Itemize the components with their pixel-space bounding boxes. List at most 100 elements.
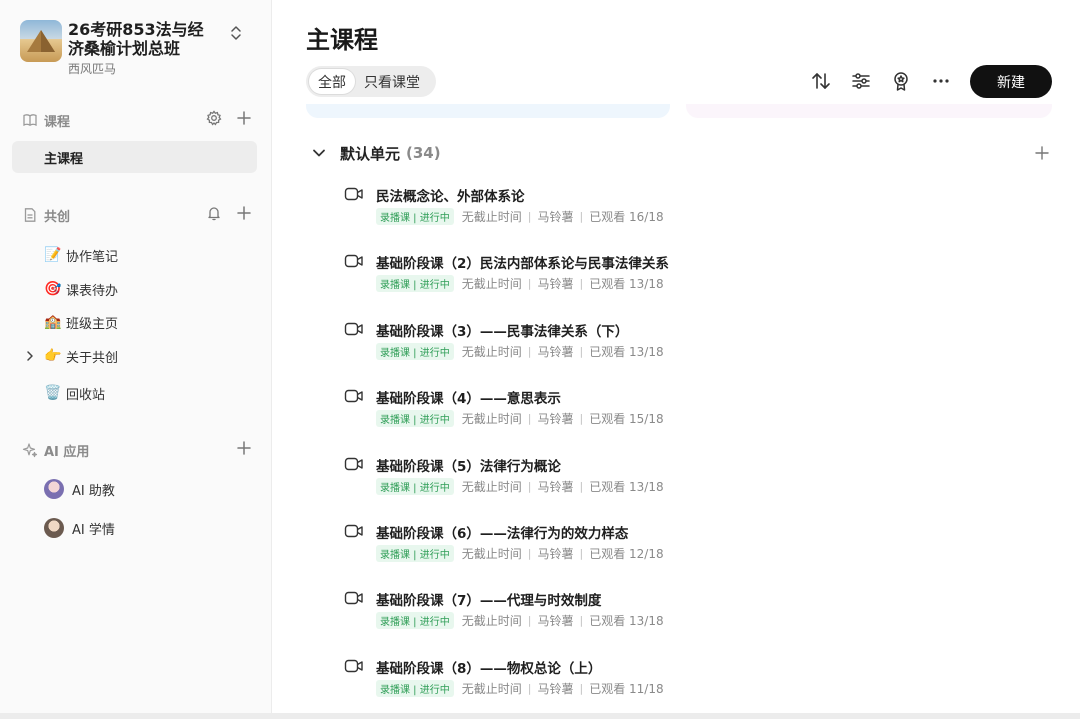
sidebar-item-main-course[interactable]: 主课程 bbox=[12, 141, 257, 173]
video-camera-icon bbox=[344, 187, 363, 201]
meta-divider: | bbox=[527, 614, 532, 628]
lesson-item[interactable]: 基础阶段课（3）——民事法律关系（下） 录播课 | 进行中 无截止时间 | 马铃薯 | 已观… bbox=[344, 319, 984, 386]
sidebar-item-about-cocreate[interactable]: 👉 关于共创 bbox=[44, 345, 118, 367]
lesson-item[interactable]: 基础阶段课（5）法律行为概论 录播课 | 进行中 无截止时间 | 马铃薯 | 已观看 13/… bbox=[344, 454, 984, 521]
award-button[interactable] bbox=[890, 70, 912, 92]
memo-icon: 📝 bbox=[44, 247, 62, 263]
meta-divider: | bbox=[527, 412, 532, 426]
meta-divider: | bbox=[527, 277, 532, 291]
status-badge: 录播课 | 进行中 bbox=[376, 679, 454, 697]
class-owner: 西风匹马 bbox=[68, 62, 117, 76]
add-lesson-icon[interactable] bbox=[1034, 145, 1050, 161]
video-camera-icon bbox=[344, 524, 363, 538]
sidebar-item-ai-assistant[interactable]: AI 助教 bbox=[44, 477, 115, 501]
chevron-right-icon[interactable] bbox=[24, 350, 36, 362]
lesson-progress: 已观看 13/18 bbox=[589, 614, 664, 629]
settings-gear-icon[interactable] bbox=[206, 110, 222, 126]
target-icon: 🎯 bbox=[44, 281, 62, 297]
sort-button[interactable] bbox=[810, 70, 832, 92]
add-cocreate-icon[interactable] bbox=[236, 205, 252, 221]
lesson-deadline: 无截止时间 bbox=[461, 277, 522, 292]
info-card-right[interactable] bbox=[686, 104, 1052, 118]
courses-section-label: 课程 bbox=[44, 114, 71, 130]
lesson-title[interactable]: 基础阶段课（6）——法律行为的效力样态 bbox=[376, 522, 628, 542]
sidebar-item-label: 关于共创 bbox=[66, 350, 119, 366]
cocreate-section-header: 共创 bbox=[22, 205, 252, 225]
lesson-title[interactable]: 基础阶段课（8）——物权总论（上） bbox=[376, 657, 601, 677]
lesson-meta: 录播课 | 进行中 无截止时间 | 马铃薯 | 已观看 13/18 bbox=[376, 612, 664, 630]
lesson-list: 民法概念论、外部体系论 录播课 | 进行中 无截止时间 | 马铃薯 | 已观看 16/18 基… bbox=[344, 184, 984, 713]
trash-icon: 🗑️ bbox=[44, 385, 62, 401]
sidebar-item-schedule-todo[interactable]: 🎯 课表待办 bbox=[44, 278, 118, 300]
sidebar-item-label: 班级主页 bbox=[66, 316, 119, 332]
meta-divider: | bbox=[527, 479, 532, 493]
lesson-item[interactable]: 基础阶段课（4）——意思表示 录播课 | 进行中 无截止时间 | 马铃薯 | 已观看 15/… bbox=[344, 386, 984, 453]
sidebar-item-label: AI 助教 bbox=[72, 483, 115, 499]
filter-class-only-button[interactable]: 只看课堂 bbox=[355, 69, 429, 94]
meta-divider: | bbox=[579, 412, 584, 426]
lesson-meta: 录播课 | 进行中 无截止时间 | 马铃薯 | 已观看 13/18 bbox=[376, 342, 664, 360]
lesson-item[interactable]: 基础阶段课（2）民法内部体系论与民事法律关系 录播课 | 进行中 无截止时间 | 马铃薯… bbox=[344, 251, 984, 318]
lesson-item[interactable]: 民法概念论、外部体系论 录播课 | 进行中 无截止时间 | 马铃薯 | 已观看 16/18 bbox=[344, 184, 984, 251]
sliders-icon bbox=[852, 73, 870, 89]
lesson-teacher: 马铃薯 bbox=[537, 479, 574, 494]
lesson-item[interactable]: 基础阶段课（6）——法律行为的效力样态 录播课 | 进行中 无截止时间 | 马铃薯 | 已观… bbox=[344, 521, 984, 588]
lesson-meta: 录播课 | 进行中 无截止时间 | 马铃薯 | 已观看 15/18 bbox=[376, 410, 664, 428]
meta-divider: | bbox=[579, 277, 584, 291]
lesson-deadline: 无截止时间 bbox=[461, 210, 522, 224]
chevron-down-icon[interactable] bbox=[310, 144, 328, 162]
class-header[interactable]: 26考研853法与经济桑榆计划总班 西风匹马 bbox=[20, 20, 260, 76]
filter-settings-button[interactable] bbox=[850, 70, 872, 92]
app-window: 26考研853法与经济桑榆计划总班 西风匹马 课程 主课程 共创 📝 协作笔记 … bbox=[0, 0, 1080, 713]
sidebar-item-ai-learning[interactable]: AI 学情 bbox=[44, 516, 115, 540]
lesson-title[interactable]: 基础阶段课（3）——民事法律关系（下） bbox=[376, 320, 628, 340]
meta-divider: | bbox=[579, 210, 584, 223]
main-content: 主课程 全部 只看课堂 新建 默认单元 (34) 民法概念论、外部体系论 录播课… bbox=[272, 0, 1080, 713]
lesson-item[interactable]: 基础阶段课（7）——代理与时效制度 录播课 | 进行中 无截止时间 | 马铃薯 | 已观看 … bbox=[344, 588, 984, 655]
unit-header[interactable]: 默认单元 (34) bbox=[310, 141, 1050, 165]
switch-class-icon[interactable] bbox=[228, 24, 244, 42]
book-icon bbox=[23, 114, 37, 127]
lesson-title[interactable]: 民法概念论、外部体系论 bbox=[376, 185, 525, 205]
lesson-title[interactable]: 基础阶段课（4）——意思表示 bbox=[376, 387, 561, 407]
status-badge: 录播课 | 进行中 bbox=[376, 208, 454, 225]
lesson-meta: 录播课 | 进行中 无截止时间 | 马铃薯 | 已观看 13/18 bbox=[376, 275, 664, 293]
sidebar-item-collab-notes[interactable]: 📝 协作笔记 bbox=[44, 244, 118, 266]
sidebar-item-label: 课表待办 bbox=[66, 283, 119, 299]
lesson-meta: 录播课 | 进行中 无截止时间 | 马铃薯 | 已观看 16/18 bbox=[376, 208, 664, 225]
lesson-deadline: 无截止时间 bbox=[461, 546, 522, 561]
status-badge: 录播课 | 进行中 bbox=[376, 544, 454, 562]
video-camera-icon bbox=[344, 389, 363, 403]
ai-section-header: AI 应用 bbox=[22, 440, 252, 460]
sidebar-item-class-home[interactable]: 🏫 班级主页 bbox=[44, 311, 118, 333]
lesson-progress: 已观看 15/18 bbox=[589, 412, 664, 427]
lesson-progress: 已观看 11/18 bbox=[589, 681, 664, 696]
more-button[interactable] bbox=[930, 70, 952, 92]
courses-section-header: 课程 bbox=[22, 110, 252, 130]
new-button[interactable]: 新建 bbox=[970, 65, 1052, 98]
lesson-progress: 已观看 12/18 bbox=[589, 546, 664, 561]
lesson-teacher: 马铃薯 bbox=[537, 277, 574, 292]
lesson-teacher: 马铃薯 bbox=[537, 210, 574, 224]
sidebar-item-label: 回收站 bbox=[66, 387, 106, 403]
lesson-item[interactable]: 基础阶段课（8）——物权总论（上） 录播课 | 进行中 无截止时间 | 马铃薯 | 已观看 … bbox=[344, 656, 984, 713]
info-card-left[interactable] bbox=[306, 104, 670, 118]
lesson-title[interactable]: 基础阶段课（5）法律行为概论 bbox=[376, 455, 561, 475]
lesson-deadline: 无截止时间 bbox=[461, 479, 522, 494]
lesson-title[interactable]: 基础阶段课（2）民法内部体系论与民事法律关系 bbox=[376, 252, 669, 272]
video-camera-icon bbox=[344, 322, 363, 335]
lesson-teacher: 马铃薯 bbox=[537, 614, 574, 629]
sidebar-item-recycle-bin[interactable]: 🗑️ 回收站 bbox=[44, 382, 105, 404]
more-dots-icon bbox=[933, 79, 949, 83]
lesson-title[interactable]: 基础阶段课（7）——代理与时效制度 bbox=[376, 589, 601, 609]
meta-divider: | bbox=[579, 479, 584, 493]
lesson-meta: 录播课 | 进行中 无截止时间 | 马铃薯 | 已观看 13/18 bbox=[376, 477, 664, 495]
status-badge: 录播课 | 进行中 bbox=[376, 275, 454, 293]
add-ai-app-icon[interactable] bbox=[236, 440, 252, 456]
sparkle-icon bbox=[22, 443, 38, 458]
filter-all-button[interactable]: 全部 bbox=[309, 69, 355, 94]
ai-section-label: AI 应用 bbox=[44, 444, 90, 460]
add-course-icon[interactable] bbox=[236, 110, 252, 126]
bell-icon[interactable] bbox=[206, 205, 222, 221]
lesson-teacher: 马铃薯 bbox=[537, 344, 574, 359]
